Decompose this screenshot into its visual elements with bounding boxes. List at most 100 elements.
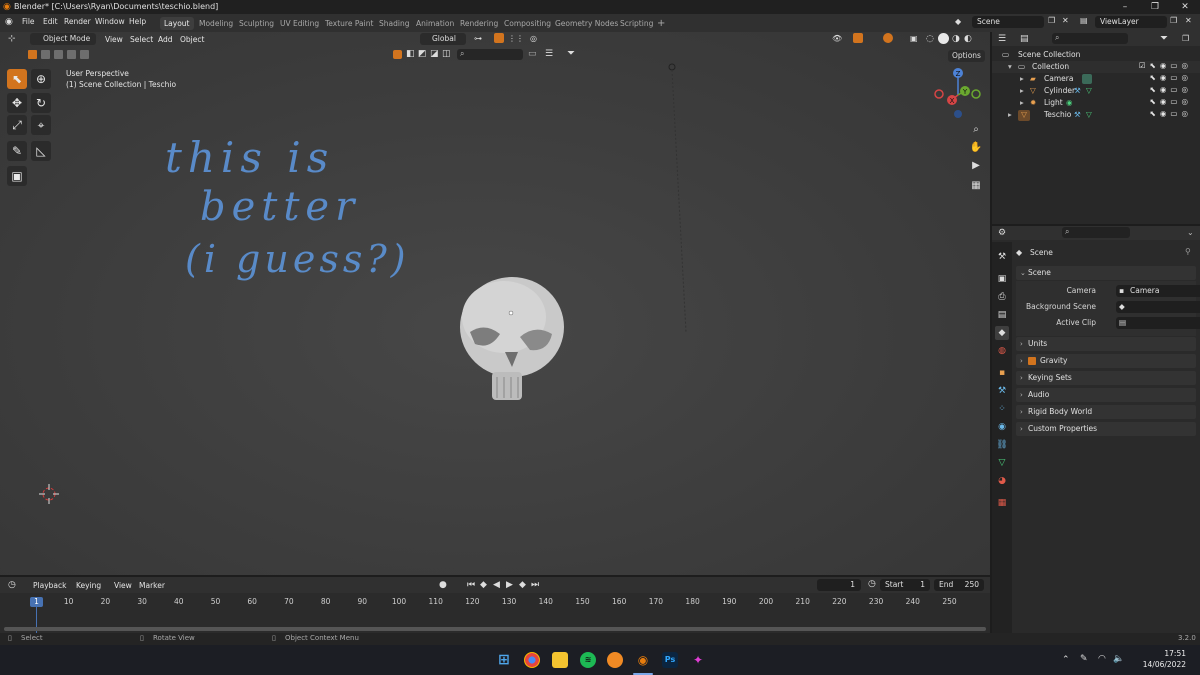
properties-editor-icon[interactable]: ⚙: [998, 228, 1006, 238]
tab-texture-paint[interactable]: Texture Paint: [321, 17, 377, 30]
physics-tab-icon[interactable]: ◉: [995, 420, 1009, 434]
properties-search-input[interactable]: ⌕: [1062, 227, 1130, 238]
menu-file[interactable]: File: [22, 17, 35, 26]
expand-chevron-icon[interactable]: ▸: [1020, 98, 1024, 107]
render-tab-icon[interactable]: ▣: [995, 272, 1009, 286]
menu-render[interactable]: Render: [64, 17, 91, 26]
minimize-button[interactable]: –: [1110, 0, 1140, 14]
menu-help[interactable]: Help: [129, 17, 146, 26]
display-mode-icon[interactable]: ▤: [1020, 34, 1029, 44]
new-view-layer-icon[interactable]: ❐: [1170, 16, 1177, 25]
menu-keying[interactable]: Keying: [76, 581, 101, 590]
blender-menu-icon[interactable]: ◉: [5, 17, 13, 27]
outliner-search-input[interactable]: ⌕: [1052, 33, 1128, 44]
menu-timeline-view[interactable]: View: [114, 581, 132, 590]
expand-chevron-icon[interactable]: ▸: [1020, 86, 1024, 95]
scene-panel-header[interactable]: ⌄ Scene: [1016, 266, 1196, 280]
3d-viewport[interactable]: ⊹ Object Mode View Select Add Object Glo…: [0, 32, 990, 575]
chevron-up-icon[interactable]: ⌃: [1062, 655, 1070, 665]
outliner-filter-icon[interactable]: ⏷: [1160, 33, 1168, 44]
navigation-gizmo[interactable]: Z Y X: [934, 68, 981, 118]
units-panel-header[interactable]: › Units: [1016, 337, 1196, 351]
outliner-row-light[interactable]: ▸ ✹ Light ◉ ⬉◉▭◎: [992, 97, 1200, 109]
world-tab-icon[interactable]: ◍: [995, 344, 1009, 358]
output-tab-icon[interactable]: ⎙: [995, 290, 1009, 304]
close-button[interactable]: ✕: [1170, 0, 1200, 14]
tab-scripting[interactable]: Scripting: [616, 17, 657, 30]
timeline-ruler[interactable]: 1 10 20 30 40 50 60 70 80 90 100 110 120 130 140 150 16…: [0, 593, 990, 633]
outliner-row-camera[interactable]: ▸ ▰ Camera ⬉◉▭◎: [992, 73, 1200, 85]
tab-modeling[interactable]: Modeling: [195, 17, 237, 30]
scene-tab-icon[interactable]: ◆: [995, 326, 1009, 340]
gravity-panel-header[interactable]: › Gravity: [1016, 354, 1196, 368]
play-icon[interactable]: ▶: [506, 580, 513, 590]
tab-geometry-nodes[interactable]: Geometry Nodes: [551, 17, 622, 30]
timeline[interactable]: ◷ Playback Keying View Marker ● ⏮ ◆ ◀ ▶ …: [0, 577, 990, 633]
tab-sculpting[interactable]: Sculpting: [235, 17, 278, 30]
outliner-row-collection[interactable]: ▾ ▭ Collection ☑⬉◉▭◎: [992, 61, 1200, 73]
tab-shading[interactable]: Shading: [375, 17, 413, 30]
outliner-row-teschio[interactable]: ▸ ▽ Teschio ⚒ ▽ ⬉◉▭◎: [992, 109, 1200, 121]
clock-time[interactable]: 17:51: [1148, 649, 1186, 658]
timeline-editor-icon[interactable]: ◷: [8, 580, 16, 590]
file-explorer-icon[interactable]: [552, 652, 568, 668]
light-visibility-icons[interactable]: ⬉◉▭◎: [1150, 97, 1192, 106]
constraints-tab-icon[interactable]: ⛓: [995, 438, 1009, 452]
tab-compositing[interactable]: Compositing: [500, 17, 555, 30]
tab-animation[interactable]: Animation: [412, 17, 458, 30]
tab-rendering[interactable]: Rendering: [456, 17, 502, 30]
tab-uv-editing[interactable]: UV Editing: [276, 17, 323, 30]
cylinder-visibility-icons[interactable]: ⬉◉▭◎: [1150, 85, 1192, 94]
maximize-button[interactable]: ❐: [1140, 0, 1170, 14]
blender-taskbar-icon[interactable]: ◉: [635, 652, 651, 668]
play-reverse-icon[interactable]: ◀: [493, 580, 500, 590]
photoshop-icon[interactable]: Ps: [662, 652, 678, 668]
camera-prop-field[interactable]: ▪ Camera ✕: [1116, 285, 1200, 297]
delete-scene-icon[interactable]: ✕: [1062, 16, 1069, 25]
scene-selector[interactable]: Scene: [972, 16, 1044, 28]
menu-edit[interactable]: Edit: [43, 17, 58, 26]
end-frame-field[interactable]: End 250: [934, 579, 984, 591]
volume-icon[interactable]: 🔈: [1113, 654, 1124, 664]
background-scene-field[interactable]: ◆: [1116, 301, 1200, 313]
active-clip-field[interactable]: ▤: [1116, 317, 1200, 329]
teschio-visibility-icons[interactable]: ⬉◉▭◎: [1150, 109, 1192, 118]
record-icon[interactable]: ●: [439, 580, 447, 590]
menu-window[interactable]: Window: [95, 17, 125, 26]
menu-marker[interactable]: Marker: [139, 581, 165, 590]
preview-range-icon[interactable]: ◷: [868, 579, 876, 589]
view-layer-selector[interactable]: ViewLayer: [1095, 16, 1167, 28]
outliner-row-scene-collection[interactable]: ▭ Scene Collection: [992, 49, 1200, 61]
outliner-editor-icon[interactable]: ☰: [998, 34, 1006, 44]
fl-studio-icon[interactable]: [607, 652, 623, 668]
playhead-frame-indicator[interactable]: 1: [30, 597, 43, 607]
windows-start-icon[interactable]: ⊞: [496, 652, 512, 668]
pan-icon[interactable]: ✋: [968, 140, 984, 156]
expand-chevron-icon[interactable]: ▸: [1020, 74, 1024, 83]
tab-layout[interactable]: Layout: [160, 17, 194, 30]
particles-tab-icon[interactable]: ⁘: [995, 402, 1009, 416]
modifier-tab-icon[interactable]: ⚒: [995, 384, 1009, 398]
expand-chevron-icon[interactable]: ▸: [1008, 110, 1012, 119]
view-layer-tab-icon[interactable]: ▤: [995, 308, 1009, 322]
pin-icon[interactable]: ⚲: [1185, 247, 1191, 256]
menu-playback[interactable]: Playback: [33, 581, 66, 590]
expand-chevron-icon[interactable]: ▾: [1008, 62, 1012, 71]
properties-editor[interactable]: ⚙ ⌕ ⌄ ⚒ ▣ ⎙ ▤ ◆ ◍ ▪ ⚒ ⁘ ◉ ⛓ ▽ ◕ ▦ ◆ Scen…: [992, 226, 1200, 633]
material-tab-icon[interactable]: ◕: [995, 474, 1009, 488]
outliner-row-cylinder[interactable]: ▸ ▽ Cylinder ⚒ ▽ ⬉◉▭◎: [992, 85, 1200, 97]
camera-view-icon[interactable]: ▶: [968, 158, 984, 174]
audio-panel-header[interactable]: › Audio: [1016, 388, 1196, 402]
object-tab-icon[interactable]: ▪: [995, 366, 1009, 380]
pen-icon[interactable]: ✎: [1080, 654, 1088, 664]
zoom-icon[interactable]: ⌕: [968, 122, 984, 138]
camera-visibility-icons[interactable]: ⬉◉▭◎: [1150, 73, 1192, 82]
prev-keyframe-icon[interactable]: ◆: [480, 580, 487, 590]
delete-view-layer-icon[interactable]: ✕: [1185, 16, 1192, 25]
tool-tab-icon[interactable]: ⚒: [995, 250, 1009, 264]
new-scene-icon[interactable]: ❐: [1048, 16, 1055, 25]
new-collection-icon[interactable]: ❐: [1182, 34, 1189, 43]
spotify-icon[interactable]: ≋: [580, 652, 596, 668]
custom-properties-panel-header[interactable]: › Custom Properties: [1016, 422, 1196, 436]
texture-tab-icon[interactable]: ▦: [995, 496, 1009, 510]
